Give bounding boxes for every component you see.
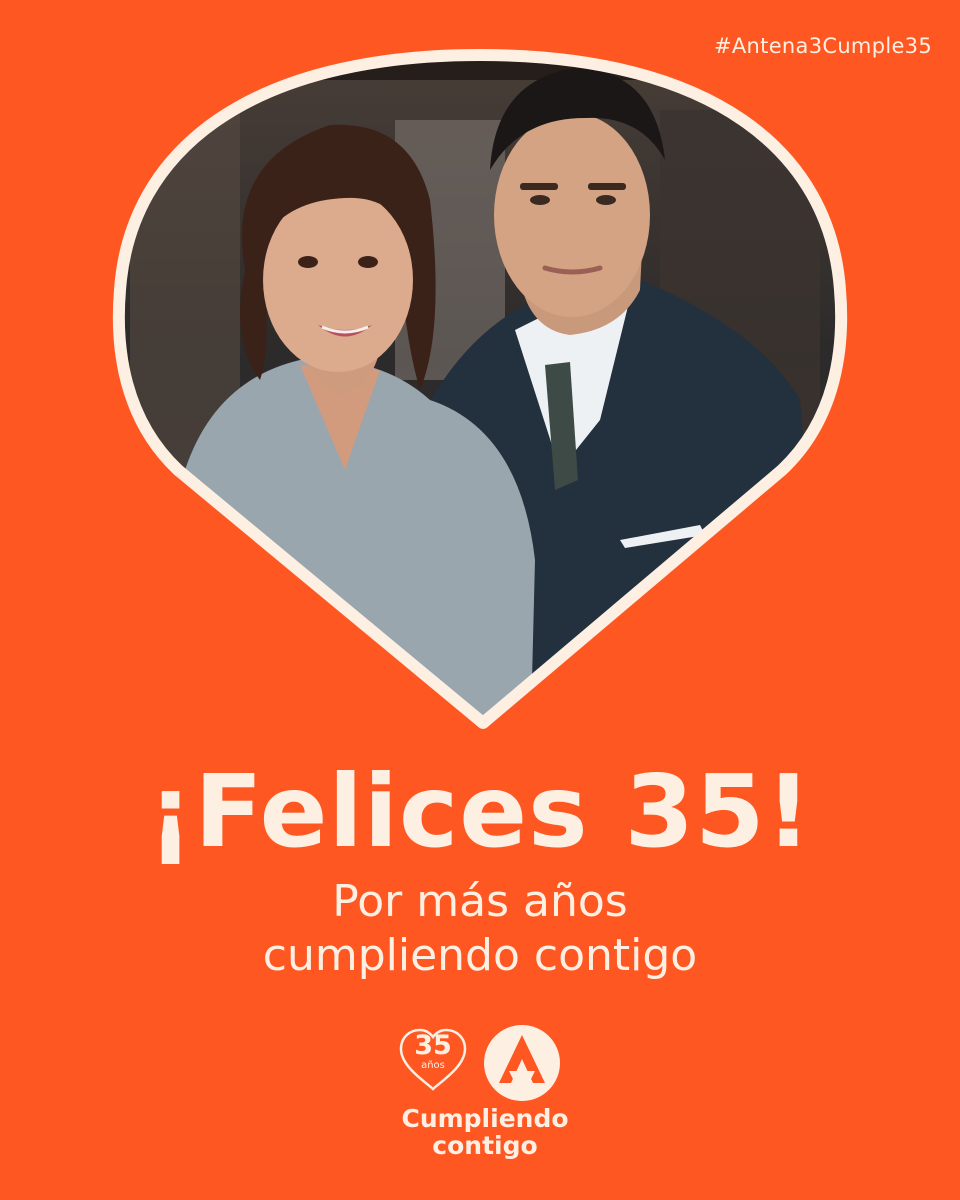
tagline: Por más años cumpliendo contigo xyxy=(0,875,960,982)
logo-text-line-1: Cumpliendo xyxy=(401,1104,569,1133)
man-face xyxy=(494,113,650,317)
logo-years: años xyxy=(421,1060,445,1071)
tagline-line-2: cumpliendo contigo xyxy=(262,929,698,981)
anniversary-logo: 35 años Cumpliendo contigo xyxy=(395,1015,575,1165)
heart-photo-frame xyxy=(112,49,848,729)
promo-page: { "hashtag": "#Antena3Cumple35", "headli… xyxy=(0,0,960,1200)
logo-number: 35 xyxy=(414,1030,452,1061)
antena3-a-logo-icon xyxy=(484,1025,560,1101)
headline: ¡Felices 35! xyxy=(147,753,813,870)
tagline-line-1: Por más años xyxy=(332,876,628,927)
logo-text-line-2: contigo xyxy=(432,1131,538,1160)
photo-area xyxy=(118,55,842,723)
logo-text: Cumpliendo contigo xyxy=(395,1105,575,1159)
